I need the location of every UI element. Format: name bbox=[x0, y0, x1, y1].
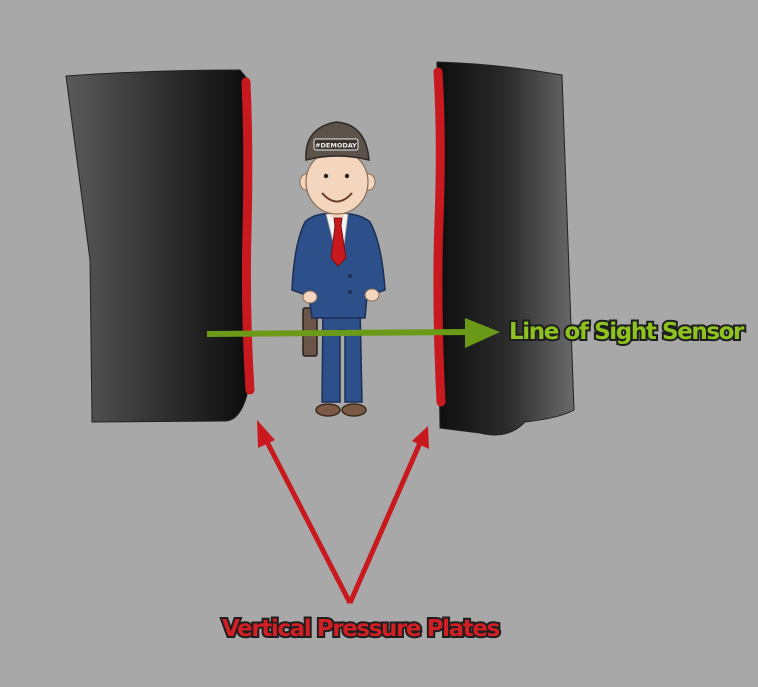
vertical-pressure-plates-label: Vertical Pressure Plates bbox=[220, 614, 502, 644]
person-figure bbox=[291, 121, 386, 417]
right-pillar bbox=[436, 61, 575, 436]
left-pillar bbox=[65, 69, 251, 423]
cap-text: #DEMODAY bbox=[315, 142, 357, 150]
line-of-sight-sensor-label: Line of Sight Sensor bbox=[507, 317, 746, 347]
left-pressure-plate bbox=[241, 77, 255, 395]
right-pressure-plate bbox=[433, 67, 446, 407]
pressure-plate-arrows bbox=[257, 420, 429, 605]
